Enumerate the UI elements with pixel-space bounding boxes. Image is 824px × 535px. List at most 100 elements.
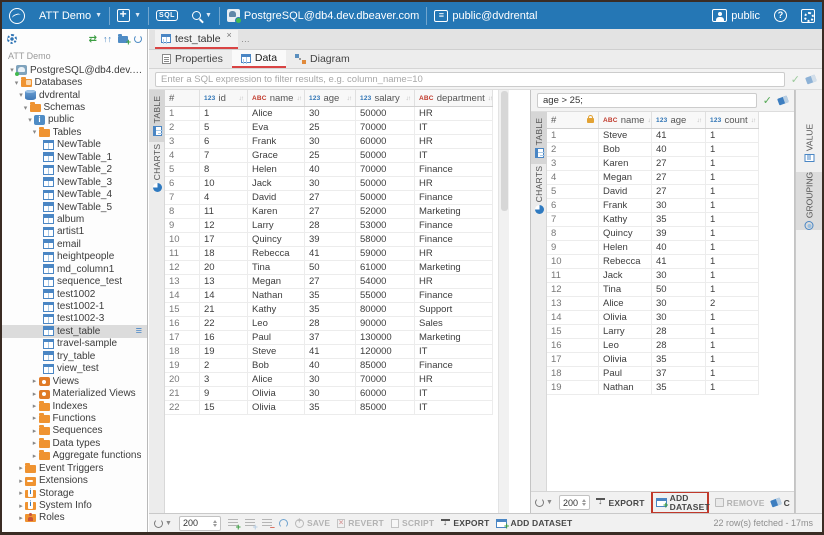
data-cell[interactable]: Eva bbox=[248, 121, 305, 134]
data-cell[interactable]: 35 bbox=[652, 353, 706, 366]
grouping-remove-button[interactable]: REMOVE bbox=[715, 498, 765, 508]
expand-arrow-icon[interactable]: ▸ bbox=[31, 377, 39, 385]
data-cell[interactable]: 30 bbox=[652, 269, 706, 282]
column-header-department[interactable]: ABCdepartment↓↑ bbox=[415, 90, 493, 106]
row-number-cell[interactable]: 15 bbox=[547, 325, 599, 338]
active-connection-selector[interactable]: PostgreSQL@db4.dev.dbeaver.com bbox=[220, 2, 426, 29]
data-cell[interactable]: 1 bbox=[706, 353, 759, 366]
data-cell[interactable]: 5 bbox=[200, 121, 248, 134]
data-cell[interactable]: 54000 bbox=[356, 275, 415, 288]
clear-grouping-filter-icon[interactable] bbox=[777, 96, 789, 106]
data-cell[interactable]: Tina bbox=[248, 261, 305, 274]
row-number-cell[interactable]: 12 bbox=[165, 261, 200, 274]
data-cell[interactable]: 39 bbox=[652, 227, 706, 240]
data-cell[interactable]: Paul bbox=[248, 331, 305, 344]
apply-filter-icon[interactable]: ✓ bbox=[791, 73, 800, 86]
vertical-scrollbar[interactable] bbox=[498, 90, 509, 513]
new-connection-button[interactable]: ▼ bbox=[110, 2, 148, 29]
tree-item-newtable-2[interactable]: NewTable_2 bbox=[2, 164, 147, 176]
data-cell[interactable]: 41 bbox=[652, 255, 706, 268]
tree-item-newtable-3[interactable]: NewTable_3 bbox=[2, 176, 147, 188]
data-cell[interactable]: 40 bbox=[305, 163, 356, 176]
data-cell[interactable]: 1 bbox=[706, 311, 759, 324]
expand-arrow-icon[interactable]: ▸ bbox=[31, 439, 39, 447]
data-cell[interactable]: Tina bbox=[599, 283, 652, 296]
data-cell[interactable]: Rebecca bbox=[248, 247, 305, 260]
row-number-cell[interactable]: 19 bbox=[165, 359, 200, 372]
sort-icon[interactable]: ↓↑ bbox=[488, 95, 493, 102]
tree-item-functions[interactable]: ▸Functions bbox=[2, 412, 147, 424]
row-number-cell[interactable]: 10 bbox=[547, 255, 599, 268]
data-cell[interactable]: 39 bbox=[305, 233, 356, 246]
sql-filter-input[interactable] bbox=[155, 72, 785, 87]
tree-item-views[interactable]: ▸Views bbox=[2, 375, 147, 387]
data-cell[interactable]: 6 bbox=[200, 135, 248, 148]
data-cell[interactable]: 1 bbox=[706, 143, 759, 156]
workspace-menu[interactable]: ATT Demo ▼ bbox=[32, 2, 109, 29]
expand-arrow-icon[interactable]: ▸ bbox=[31, 414, 39, 422]
data-cell[interactable]: Olivia bbox=[248, 401, 305, 414]
data-cell[interactable]: 27 bbox=[305, 275, 356, 288]
tab-charts[interactable]: CHARTS bbox=[149, 142, 165, 194]
tree-item-roles[interactable]: ▸Roles bbox=[2, 512, 147, 524]
data-cell[interactable]: 25 bbox=[305, 149, 356, 162]
sort-icon[interactable]: ↓↑ bbox=[697, 117, 702, 124]
data-cell[interactable]: Finance bbox=[415, 359, 493, 372]
export-button[interactable]: EXPORT bbox=[441, 518, 489, 528]
data-cell[interactable]: 30 bbox=[305, 177, 356, 190]
data-cell[interactable]: Kathy bbox=[599, 213, 652, 226]
data-cell[interactable]: 19 bbox=[200, 345, 248, 358]
close-icon[interactable]: × bbox=[227, 30, 232, 40]
tab-overflow-icon[interactable]: … bbox=[238, 34, 253, 44]
data-cell[interactable]: 41 bbox=[652, 129, 706, 142]
data-cell[interactable]: Helen bbox=[599, 241, 652, 254]
auto-refresh-icon[interactable] bbox=[279, 519, 288, 528]
column-header-row-number[interactable]: # bbox=[165, 90, 200, 106]
expand-arrow-icon[interactable]: ▸ bbox=[31, 452, 39, 460]
column-header-name[interactable]: ABCname↓↑ bbox=[248, 90, 305, 106]
grouping-tab-charts[interactable]: CHARTS bbox=[531, 164, 547, 216]
data-cell[interactable]: 1 bbox=[706, 227, 759, 240]
row-number-cell[interactable]: 4 bbox=[547, 171, 599, 184]
data-cell[interactable]: Megan bbox=[248, 275, 305, 288]
expand-arrow-icon[interactable]: ▾ bbox=[31, 128, 39, 136]
tree-item-materialized-views[interactable]: ▸Materialized Views bbox=[2, 387, 147, 399]
data-cell[interactable]: 8 bbox=[200, 163, 248, 176]
data-cell[interactable]: 35 bbox=[652, 213, 706, 226]
row-number-cell[interactable]: 7 bbox=[547, 213, 599, 226]
row-number-cell[interactable]: 11 bbox=[547, 269, 599, 282]
data-cell[interactable]: Steve bbox=[248, 345, 305, 358]
data-cell[interactable]: 70000 bbox=[356, 163, 415, 176]
settings-button[interactable] bbox=[794, 9, 822, 23]
data-cell[interactable]: 1 bbox=[706, 199, 759, 212]
tree-item-extensions[interactable]: ▸Extensions bbox=[2, 474, 147, 486]
data-cell[interactable]: Quincy bbox=[599, 227, 652, 240]
data-cell[interactable]: Alice bbox=[248, 107, 305, 120]
data-cell[interactable]: 30 bbox=[652, 199, 706, 212]
row-number-cell[interactable]: 3 bbox=[165, 135, 200, 148]
data-cell[interactable]: Finance bbox=[415, 219, 493, 232]
row-number-cell[interactable]: 16 bbox=[547, 339, 599, 352]
data-cell[interactable]: IT bbox=[415, 149, 493, 162]
data-cell[interactable]: 50000 bbox=[356, 191, 415, 204]
data-cell[interactable]: Grace bbox=[248, 149, 305, 162]
expand-arrow-icon[interactable]: ▸ bbox=[17, 477, 25, 485]
tree-item-heightpeople[interactable]: heightpeople bbox=[2, 251, 147, 263]
row-number-cell[interactable]: 22 bbox=[165, 401, 200, 414]
data-cell[interactable]: 27 bbox=[305, 191, 356, 204]
data-cell[interactable]: 30 bbox=[305, 373, 356, 386]
column-header-age[interactable]: 123age↓↑ bbox=[305, 90, 356, 106]
tree-item-test1002-1[interactable]: test1002-1 bbox=[2, 300, 147, 312]
column-header-age[interactable]: 123age↓↑ bbox=[652, 112, 706, 128]
data-cell[interactable]: Alice bbox=[248, 373, 305, 386]
data-cell[interactable]: IT bbox=[415, 387, 493, 400]
data-cell[interactable]: Frank bbox=[599, 199, 652, 212]
data-cell[interactable]: HR bbox=[415, 107, 493, 120]
data-cell[interactable]: 22 bbox=[200, 317, 248, 330]
data-cell[interactable]: HR bbox=[415, 135, 493, 148]
data-cell[interactable]: 1 bbox=[706, 129, 759, 142]
grouping-tab-table[interactable]: TABLE bbox=[531, 112, 547, 164]
data-cell[interactable]: Jack bbox=[599, 269, 652, 282]
tree-item-public[interactable]: ▾public bbox=[2, 114, 147, 126]
data-cell[interactable]: Bob bbox=[599, 143, 652, 156]
